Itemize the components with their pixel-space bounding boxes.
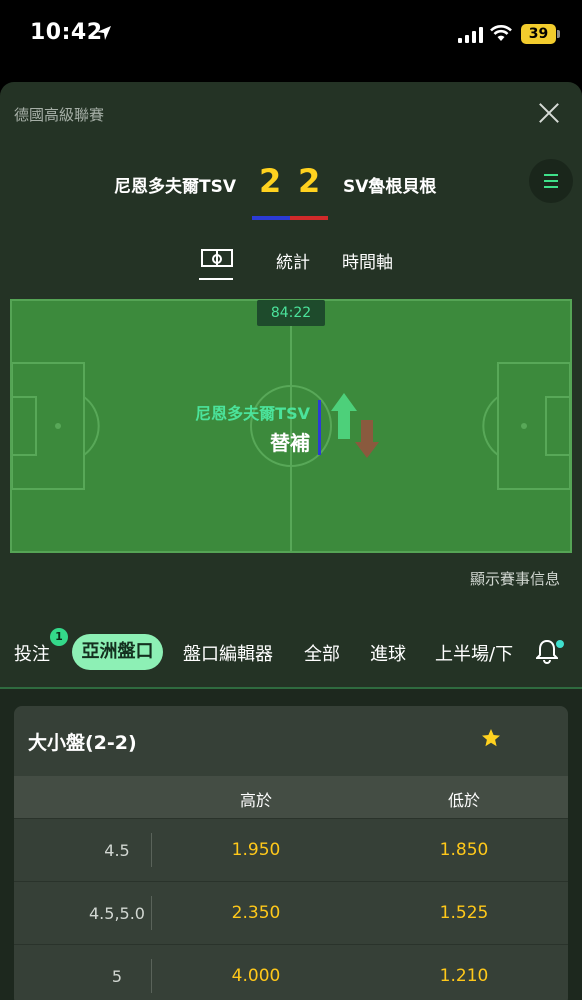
- cellular-signal-icon: [458, 27, 483, 43]
- odds-area: 大小盤(2-2) 高於 低於 4.5 1.950 1.850 4.5,5.0 2…: [0, 689, 582, 1000]
- handicap-line: 4.5: [104, 841, 130, 860]
- favorite-star-icon[interactable]: [481, 728, 501, 748]
- bets-count-badge: 1: [50, 628, 68, 646]
- tab-bets[interactable]: 投注: [14, 640, 50, 666]
- market-tabs: 投注 1 亞洲盤口 盤口編輯器 全部 進球 上半場/下: [0, 628, 582, 676]
- bell-icon[interactable]: [536, 638, 558, 664]
- away-team-name: SV魯根貝根: [343, 177, 437, 197]
- tab-goals[interactable]: 進球: [370, 640, 406, 666]
- view-tabs: 統計 時間軸: [0, 243, 582, 283]
- tab-timeline[interactable]: 時間軸: [342, 248, 393, 273]
- over-under-market-card: 大小盤(2-2) 高於 低於 4.5 1.950 1.850 4.5,5.0 2…: [14, 706, 568, 1000]
- over-odds-button[interactable]: 4.000: [232, 945, 281, 1000]
- location-arrow-icon: [97, 26, 111, 40]
- pitch-visualization: [10, 299, 572, 553]
- under-odds-button[interactable]: 1.210: [440, 945, 489, 1000]
- pitch-icon: [201, 249, 233, 267]
- event-type: 替補: [270, 431, 310, 455]
- home-score: 2: [259, 162, 282, 200]
- tab-asian-handicap[interactable]: 亞洲盤口: [72, 634, 163, 670]
- active-tab-indicator: [199, 278, 233, 280]
- row-separator: [151, 896, 152, 930]
- event-team-name: 尼恩多夫爾TSV: [195, 404, 310, 423]
- notification-dot: [556, 640, 564, 648]
- under-odds-button[interactable]: 1.850: [440, 819, 489, 882]
- tab-stats[interactable]: 統計: [276, 248, 310, 273]
- close-button[interactable]: [536, 100, 562, 126]
- match-clock: 84:22: [257, 300, 325, 326]
- tab-market-editor[interactable]: 盤口編輯器: [183, 640, 273, 666]
- column-under: 低於: [447, 791, 481, 810]
- handicap-line: 4.5,5.0: [89, 904, 145, 923]
- status-bar: 10:42 39: [0, 0, 582, 72]
- over-odds-button[interactable]: 2.350: [232, 882, 281, 945]
- substitution-in-arrow-icon: [331, 393, 357, 439]
- match-sheet: 德國高級聯賽 尼恩多夫爾TSV 2 2 SV魯根貝根 統計 時間軸 84:22 …: [0, 82, 582, 1000]
- odds-row: 4.5,5.0 2.350 1.525: [14, 881, 568, 944]
- over-odds-button[interactable]: 1.950: [232, 819, 281, 882]
- market-title: 大小盤(2-2): [28, 732, 137, 754]
- column-over: 高於: [239, 791, 273, 810]
- menu-button[interactable]: [529, 159, 573, 203]
- under-odds-button[interactable]: 1.525: [440, 882, 489, 945]
- battery-icon: 39: [521, 24, 560, 44]
- wifi-icon: [490, 25, 512, 41]
- handicap-line: 5: [111, 967, 123, 986]
- odds-column-header: 高於 低於: [14, 776, 568, 818]
- tab-pitch-view[interactable]: [199, 247, 235, 280]
- odds-row: 4.5 1.950 1.850: [14, 818, 568, 881]
- row-separator: [151, 833, 152, 867]
- pitch-lines: [12, 301, 570, 551]
- row-separator: [151, 959, 152, 993]
- event-team-color-bar: [318, 400, 321, 455]
- away-score: 2: [298, 162, 321, 200]
- home-team-name: 尼恩多夫爾TSV: [114, 177, 236, 197]
- tab-all[interactable]: 全部: [304, 640, 340, 666]
- league-name: 德國高級聯賽: [14, 106, 105, 124]
- status-time: 10:42: [30, 20, 103, 45]
- substitution-out-arrow-icon: [355, 420, 379, 458]
- tab-half[interactable]: 上半場/下: [435, 640, 513, 666]
- show-match-info-link[interactable]: 顯示賽事信息: [470, 568, 560, 589]
- odds-row: 5 4.000 1.210: [14, 944, 568, 1000]
- team-color-bar: [252, 216, 328, 220]
